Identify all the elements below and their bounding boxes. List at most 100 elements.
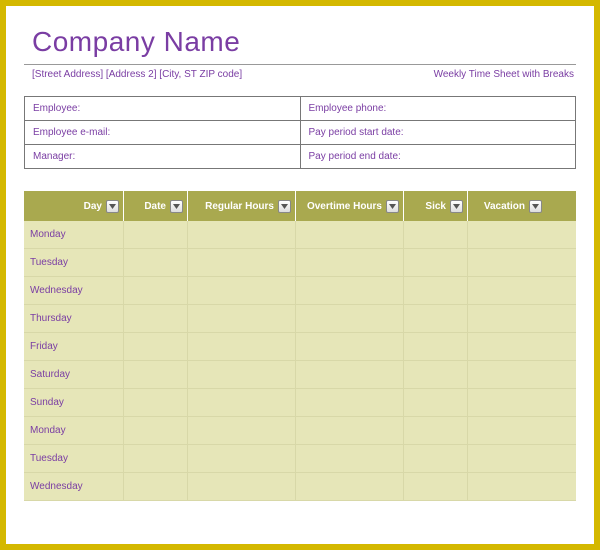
table-row: Sunday — [24, 389, 576, 417]
cell-regular[interactable] — [188, 249, 296, 276]
cell-overtime[interactable] — [296, 249, 404, 276]
cell-day[interactable]: Friday — [24, 333, 124, 360]
cell-date[interactable] — [124, 417, 188, 444]
cell-day[interactable]: Thursday — [24, 305, 124, 332]
filter-regular-button[interactable] — [278, 200, 291, 213]
cell-regular[interactable] — [188, 389, 296, 416]
cell-vacation[interactable] — [468, 249, 546, 276]
col-date-label: Date — [144, 201, 166, 212]
cell-sick[interactable] — [404, 221, 468, 248]
cell-overtime[interactable] — [296, 305, 404, 332]
timesheet-header: Day Date Regular Hours Overtime Hours Si… — [24, 191, 576, 221]
cell-overtime[interactable] — [296, 389, 404, 416]
title-divider — [24, 64, 576, 65]
cell-regular[interactable] — [188, 445, 296, 472]
table-row: Wednesday — [24, 277, 576, 305]
filter-sick-button[interactable] — [450, 200, 463, 213]
table-row: Tuesday — [24, 249, 576, 277]
cell-day[interactable]: Sunday — [24, 389, 124, 416]
cell-vacation[interactable] — [468, 473, 546, 500]
filter-date-button[interactable] — [170, 200, 183, 213]
cell-overtime[interactable] — [296, 473, 404, 500]
cell-regular[interactable] — [188, 305, 296, 332]
chevron-down-icon — [389, 204, 396, 209]
cell-regular[interactable] — [188, 361, 296, 388]
cell-sick[interactable] — [404, 473, 468, 500]
cell-overtime[interactable] — [296, 221, 404, 248]
col-day-label: Day — [84, 201, 102, 212]
cell-overtime[interactable] — [296, 445, 404, 472]
cell-date[interactable] — [124, 361, 188, 388]
filter-overtime-button[interactable] — [386, 200, 399, 213]
info-employee-phone-label: Employee phone: — [300, 97, 576, 121]
cell-regular[interactable] — [188, 221, 296, 248]
cell-day[interactable]: Monday — [24, 417, 124, 444]
table-row: Tuesday — [24, 445, 576, 473]
cell-date[interactable] — [124, 389, 188, 416]
info-table: Employee: Employee phone: Employee e-mai… — [24, 96, 576, 169]
cell-overtime[interactable] — [296, 361, 404, 388]
cell-sick[interactable] — [404, 249, 468, 276]
cell-date[interactable] — [124, 473, 188, 500]
table-row: Saturday — [24, 361, 576, 389]
cell-sick[interactable] — [404, 389, 468, 416]
chevron-down-icon — [532, 204, 539, 209]
cell-regular[interactable] — [188, 473, 296, 500]
info-pay-start-label: Pay period start date: — [300, 121, 576, 145]
cell-date[interactable] — [124, 333, 188, 360]
cell-day[interactable]: Monday — [24, 221, 124, 248]
filter-vacation-button[interactable] — [529, 200, 542, 213]
filter-day-button[interactable] — [106, 200, 119, 213]
chevron-down-icon — [109, 204, 116, 209]
cell-vacation[interactable] — [468, 333, 546, 360]
cell-day[interactable]: Tuesday — [24, 249, 124, 276]
cell-date[interactable] — [124, 221, 188, 248]
cell-vacation[interactable] — [468, 361, 546, 388]
col-date: Date — [124, 191, 188, 221]
table-row: Monday — [24, 417, 576, 445]
cell-overtime[interactable] — [296, 333, 404, 360]
cell-sick[interactable] — [404, 445, 468, 472]
chevron-down-icon — [173, 204, 180, 209]
cell-sick[interactable] — [404, 361, 468, 388]
cell-overtime[interactable] — [296, 417, 404, 444]
chevron-down-icon — [281, 204, 288, 209]
cell-date[interactable] — [124, 277, 188, 304]
chevron-down-icon — [453, 204, 460, 209]
cell-vacation[interactable] — [468, 221, 546, 248]
page-title: Company Name — [24, 18, 576, 62]
cell-date[interactable] — [124, 445, 188, 472]
col-vacation-label: Vacation — [484, 201, 525, 212]
cell-sick[interactable] — [404, 277, 468, 304]
cell-vacation[interactable] — [468, 277, 546, 304]
doc-type-label: Weekly Time Sheet with Breaks — [434, 69, 574, 80]
cell-sick[interactable] — [404, 417, 468, 444]
cell-regular[interactable] — [188, 277, 296, 304]
cell-regular[interactable] — [188, 417, 296, 444]
cell-vacation[interactable] — [468, 389, 546, 416]
table-row: Thursday — [24, 305, 576, 333]
col-sick-label: Sick — [425, 201, 446, 212]
col-regular-label: Regular Hours — [205, 201, 274, 212]
cell-date[interactable] — [124, 249, 188, 276]
cell-sick[interactable] — [404, 305, 468, 332]
info-manager-label: Manager: — [25, 145, 301, 169]
col-regular: Regular Hours — [188, 191, 296, 221]
cell-day[interactable]: Tuesday — [24, 445, 124, 472]
cell-day[interactable]: Wednesday — [24, 277, 124, 304]
col-overtime-label: Overtime Hours — [307, 201, 382, 212]
cell-sick[interactable] — [404, 333, 468, 360]
cell-date[interactable] — [124, 305, 188, 332]
cell-vacation[interactable] — [468, 305, 546, 332]
cell-day[interactable]: Saturday — [24, 361, 124, 388]
cell-vacation[interactable] — [468, 445, 546, 472]
info-pay-end-label: Pay period end date: — [300, 145, 576, 169]
table-row: Wednesday — [24, 473, 576, 501]
table-row: Monday — [24, 221, 576, 249]
timesheet-body: Monday Tuesday Wednesday Thursday Friday — [24, 221, 576, 501]
cell-overtime[interactable] — [296, 277, 404, 304]
cell-day[interactable]: Wednesday — [24, 473, 124, 500]
cell-regular[interactable] — [188, 333, 296, 360]
cell-vacation[interactable] — [468, 417, 546, 444]
col-overtime: Overtime Hours — [296, 191, 404, 221]
